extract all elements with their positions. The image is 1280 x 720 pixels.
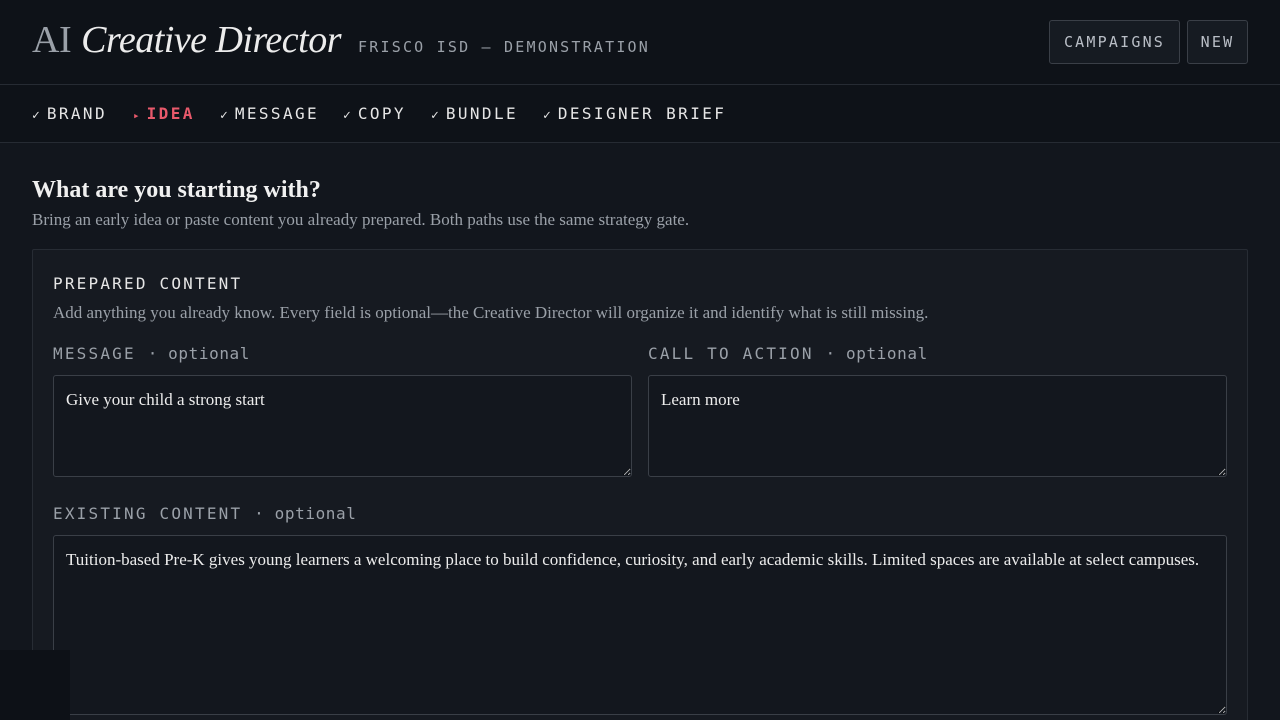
step-nav: ✓ BRAND ▸ IDEA ✓ MESSAGE ✓ COPY ✓ BUNDLE ✓ DES… xyxy=(0,85,1280,143)
step-message[interactable]: ✓ MESSAGE xyxy=(220,104,319,123)
check-icon: ✓ xyxy=(220,108,228,123)
brand: AI Creative Director FRISCO ISD — DEMONS… xyxy=(32,18,650,62)
check-icon: ✓ xyxy=(32,108,40,123)
optional-tag: · optional xyxy=(254,504,357,523)
card-title: PREPARED CONTENT xyxy=(53,274,243,293)
field-label-text: CALL TO ACTION xyxy=(648,344,814,363)
check-icon: ✓ xyxy=(543,108,551,123)
step-label: IDEA xyxy=(146,104,195,123)
existing-content-label: EXISTING CONTENT · optional xyxy=(53,504,357,523)
existing-content-field[interactable] xyxy=(53,535,1227,715)
step-brand[interactable]: ✓ BRAND xyxy=(32,104,107,123)
step-bundle[interactable]: ✓ BUNDLE xyxy=(431,104,518,123)
field-label-text: EXISTING CONTENT xyxy=(53,504,243,523)
prepared-content-card: PREPARED CONTENT Add anything you alread… xyxy=(32,249,1248,720)
app-header: AI Creative Director FRISCO ISD — DEMONS… xyxy=(0,0,1280,85)
message-field[interactable] xyxy=(53,375,632,477)
message-label: MESSAGE · optional xyxy=(53,344,250,363)
triangle-right-icon: ▸ xyxy=(133,109,140,122)
card-description: Add anything you already know. Every fie… xyxy=(53,303,929,322)
step-copy[interactable]: ✓ COPY xyxy=(343,104,406,123)
campaigns-button[interactable]: CAMPAIGNS xyxy=(1049,20,1180,64)
step-label: BRAND xyxy=(46,104,107,123)
page-title: What are you starting with? xyxy=(32,177,321,203)
corner-overlay xyxy=(0,650,70,720)
step-label: DESIGNER BRIEF xyxy=(557,104,727,123)
optional-tag: · optional xyxy=(147,344,251,363)
cta-label: CALL TO ACTION · optional xyxy=(648,344,928,363)
new-button[interactable]: NEW xyxy=(1187,20,1248,64)
brand-subtitle: FRISCO ISD — DEMONSTRATION xyxy=(358,38,651,56)
step-label: COPY xyxy=(357,104,406,123)
page-description: Bring an early idea or paste content you… xyxy=(32,210,690,229)
step-label: BUNDLE xyxy=(445,104,519,123)
step-label: MESSAGE xyxy=(234,104,320,123)
main-content: What are you starting with? Bring an ear… xyxy=(0,143,1280,720)
check-icon: ✓ xyxy=(431,108,439,123)
brand-prefix: AI xyxy=(32,19,72,61)
brand-title: Creative Director xyxy=(81,19,342,61)
check-icon: ✓ xyxy=(343,108,351,123)
call-to-action-field[interactable] xyxy=(648,375,1227,477)
step-designer-brief[interactable]: ✓ DESIGNER BRIEF xyxy=(543,104,726,123)
field-label-text: MESSAGE xyxy=(53,344,136,363)
optional-tag: · optional xyxy=(825,344,928,363)
step-idea[interactable]: ▸ IDEA xyxy=(133,104,195,123)
